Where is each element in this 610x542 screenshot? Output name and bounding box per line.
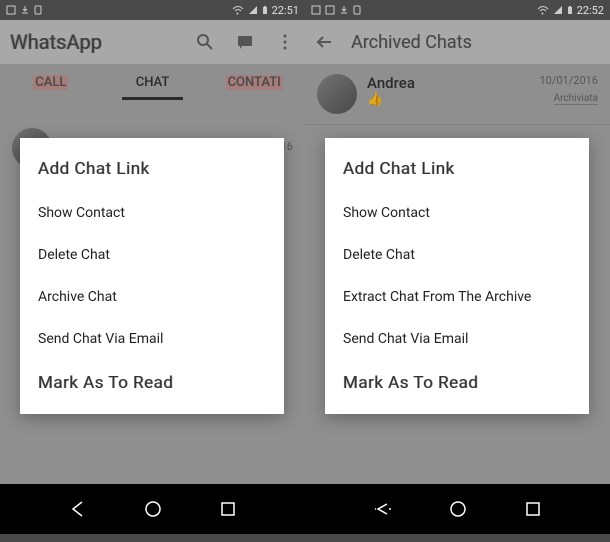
phone-icon [353,5,361,15]
page-title: Archived Chats [351,32,472,53]
status-bar: 22:52 [305,0,610,20]
nav-home-icon[interactable] [141,497,165,521]
back-arrow-icon[interactable] [315,32,335,52]
nav-bar [0,484,610,534]
download-icon [339,5,349,15]
notification-icon [311,5,321,15]
download-icon [20,5,30,15]
nav-recent-icon[interactable] [521,497,545,521]
nav-recent-icon[interactable] [216,497,240,521]
battery-icon [567,5,573,15]
nav-back-icon[interactable] [371,497,395,521]
nav-home-icon[interactable] [446,497,470,521]
menu-mark-read[interactable]: Mark As To Read [20,360,284,406]
status-time: 22:51 [272,4,299,17]
menu-send-email[interactable]: Send Chat Via Email [325,318,589,360]
menu-send-email[interactable]: Send Chat Via Email [20,318,284,360]
archived-header: Archived Chats [305,20,610,64]
context-menu: Add Chat Link Show Contact Delete Chat E… [325,138,589,414]
search-icon[interactable] [195,32,215,52]
menu-delete-chat[interactable]: Delete Chat [20,234,284,276]
screen-main: 22:51 WhatsApp CALL Chat CONTATI Sine 11… [0,0,305,484]
screen-archived: 22:52 Archived Chats Andrea 👍 10/01/2016… [305,0,610,484]
wifi-icon [232,5,244,15]
menu-delete-chat[interactable]: Delete Chat [325,234,589,276]
menu-add-link[interactable]: Add Chat Link [325,146,589,192]
main-header: WhatsApp [0,20,305,64]
battery-icon [262,5,268,15]
signal-icon [248,5,258,15]
menu-dots-icon[interactable] [275,32,295,52]
menu-archive-chat[interactable]: Archive Chat [20,276,284,318]
menu-mark-read[interactable]: Mark As To Read [325,360,589,406]
menu-show-contact[interactable]: Show Contact [20,192,284,234]
menu-show-contact[interactable]: Show Contact [325,192,589,234]
context-menu: Add Chat Link Show Contact Delete Chat A… [20,138,284,414]
app-title: WhatsApp [10,30,195,54]
wifi-icon [537,5,549,15]
notification-icon [6,5,16,15]
menu-extract-chat[interactable]: Extract Chat From The Archive [325,276,589,318]
menu-add-link[interactable]: Add Chat Link [20,146,284,192]
notification-icon [325,5,335,15]
nav-back-icon[interactable] [66,497,90,521]
status-bar: 22:51 [0,0,305,20]
phone-icon [34,5,42,15]
status-time: 22:52 [577,4,604,17]
signal-icon [553,5,563,15]
chat-icon[interactable] [235,32,255,52]
